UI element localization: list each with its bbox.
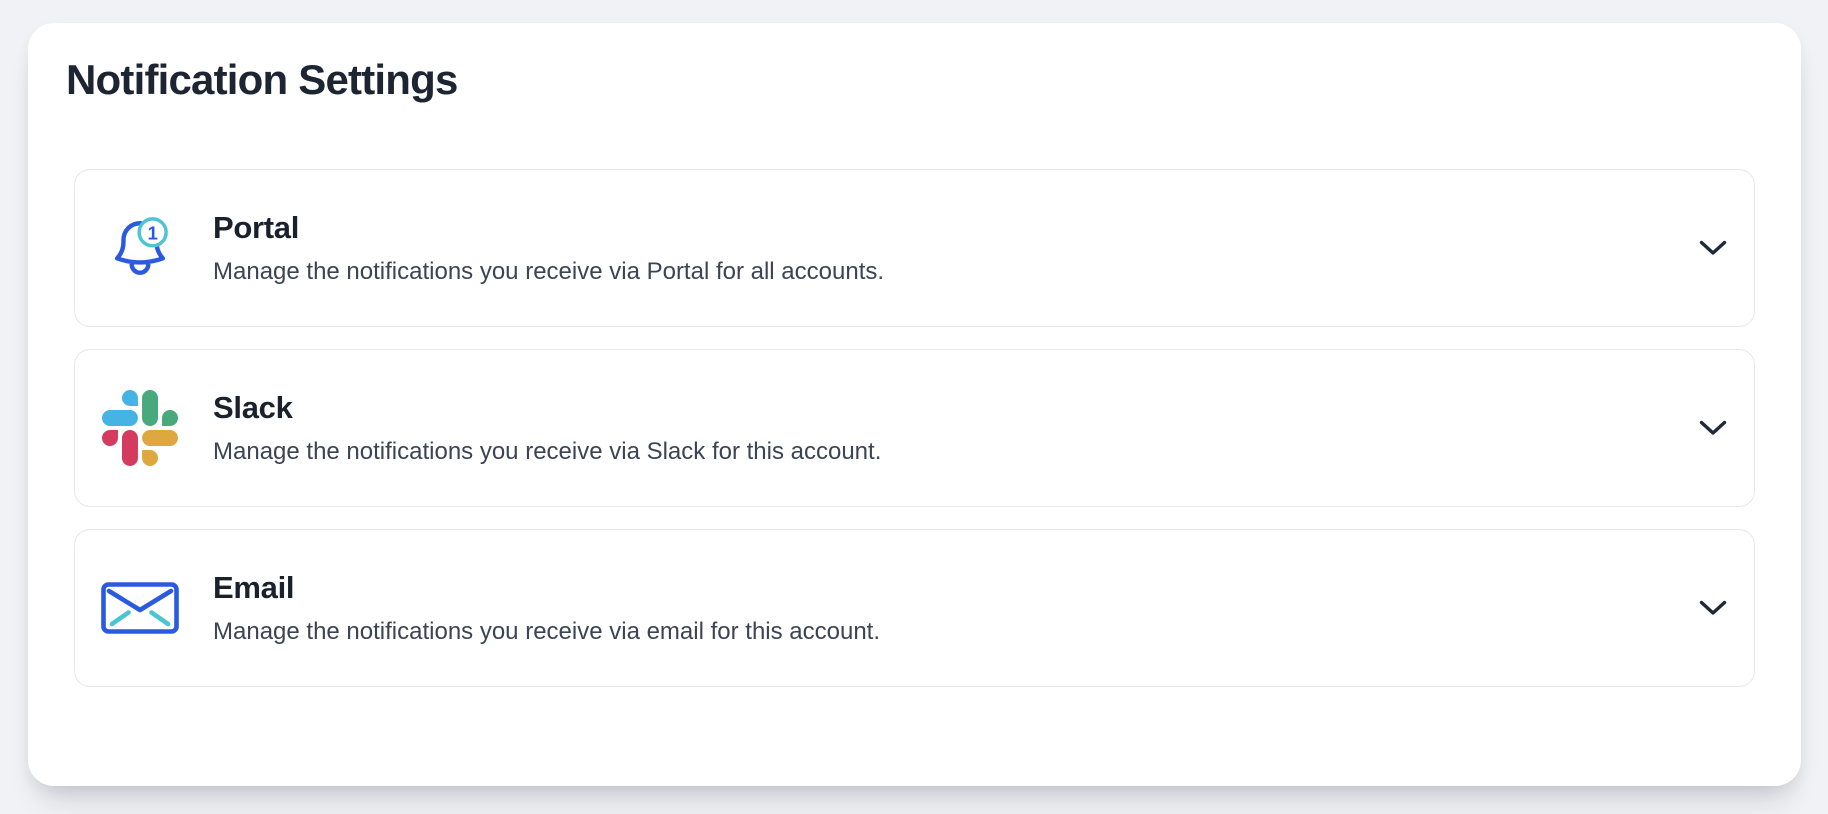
- slack-logo-icon: [101, 389, 179, 467]
- badge-count: 1: [147, 223, 157, 244]
- notification-channel-list: 1 Portal Manage the notifications you re…: [74, 169, 1755, 687]
- chevron-down-icon[interactable]: [1698, 409, 1728, 447]
- chevron-down-icon[interactable]: [1698, 229, 1728, 267]
- email-section-description: Manage the notifications you receive via…: [213, 618, 881, 645]
- envelope-flap: [106, 588, 174, 613]
- email-section-card[interactable]: Email Manage the notifications you recei…: [74, 529, 1755, 687]
- slack-green-lobe: [142, 390, 178, 426]
- slack-section-title: Slack: [213, 390, 293, 425]
- envelope-fold-left: [109, 610, 131, 627]
- portal-section-description: Manage the notifications you receive via…: [213, 258, 885, 285]
- chevron-down-icon[interactable]: [1698, 589, 1728, 627]
- email-envelope-icon: [101, 569, 179, 647]
- envelope-fold-right: [149, 610, 171, 627]
- slack-blue-lobe: [102, 390, 138, 426]
- email-section-text: Email Manage the notifications you recei…: [213, 570, 880, 646]
- slack-section-description: Manage the notifications you receive via…: [213, 438, 882, 465]
- slack-red-lobe: [102, 430, 138, 466]
- portal-section-card[interactable]: 1 Portal Manage the notifications you re…: [74, 169, 1755, 327]
- portal-section-text: Portal Manage the notifications you rece…: [213, 210, 884, 286]
- notification-settings-panel: Notification Settings 1 Portal Manage th…: [28, 23, 1801, 786]
- slack-section-text: Slack Manage the notifications you recei…: [213, 390, 881, 466]
- slack-yellow-lobe: [142, 430, 178, 466]
- page-title: Notification Settings: [66, 56, 458, 103]
- email-section-title: Email: [213, 570, 295, 605]
- slack-section-card[interactable]: Slack Manage the notifications you recei…: [74, 349, 1755, 507]
- bell-notification-icon: 1: [101, 209, 179, 287]
- portal-section-title: Portal: [213, 210, 300, 245]
